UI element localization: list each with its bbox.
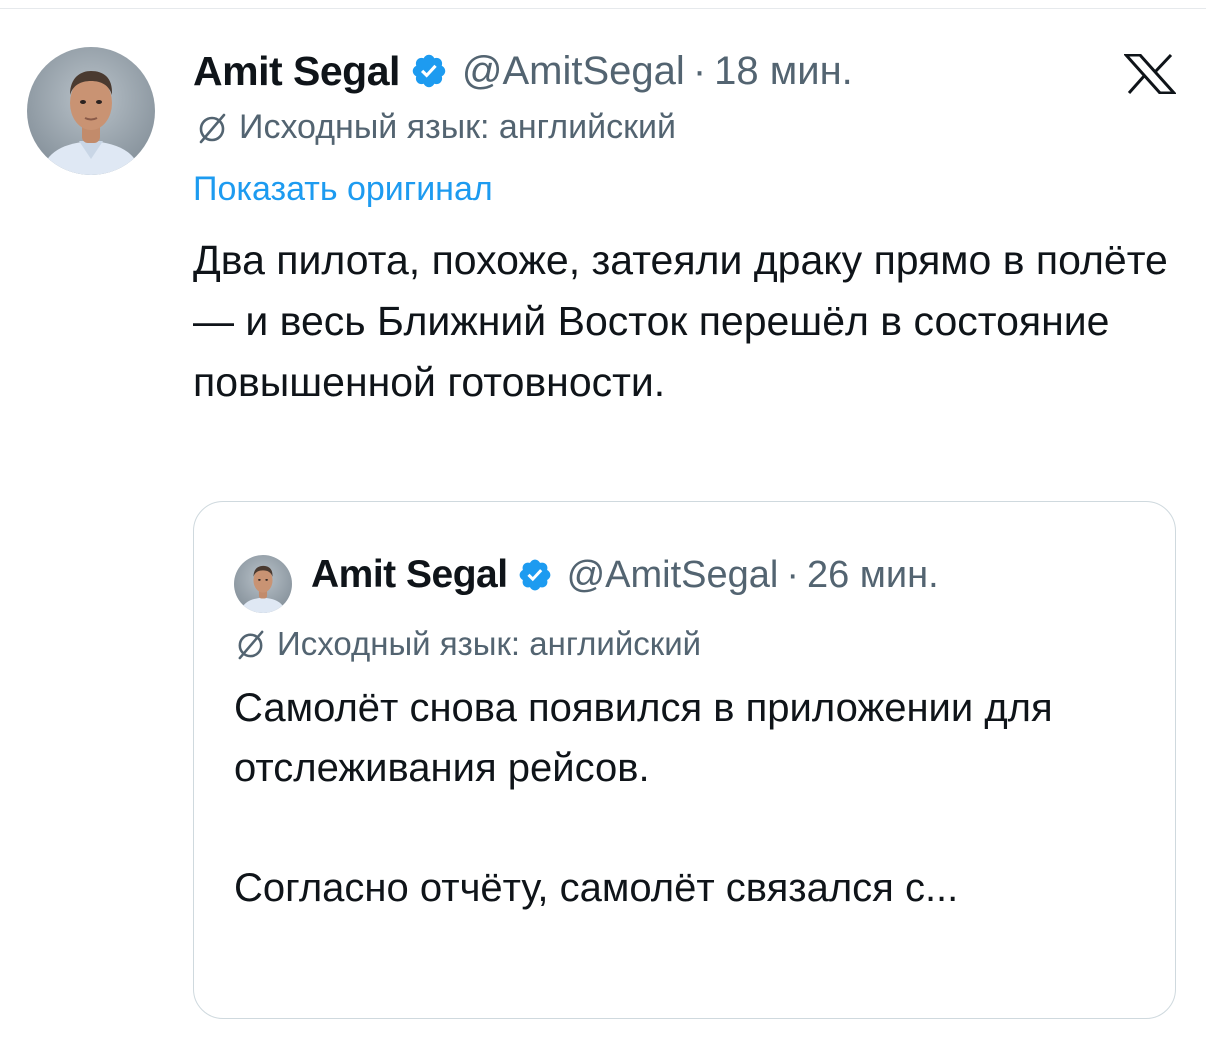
separator-dot: ·	[692, 48, 707, 93]
quoted-translation-note: Исходный язык: английский	[234, 625, 701, 663]
quoted-author-avatar[interactable]	[234, 555, 292, 613]
quoted-author-handle[interactable]: @AmitSegal	[567, 554, 779, 597]
quoted-tweet-time[interactable]: 26 мин.	[807, 554, 939, 597]
translate-icon	[199, 113, 226, 143]
translation-note: Исходный язык: английский	[195, 108, 676, 147]
x-logo-icon	[1124, 54, 1176, 94]
translation-note-text: Исходный язык: английский	[239, 108, 676, 146]
tweet-header: Amit Segal @AmitSegal · 18 мин.	[193, 44, 853, 98]
quoted-paragraph: Согласно отчёту, самолёт связался с...	[234, 866, 959, 910]
author-handle[interactable]: @AmitSegal	[462, 49, 685, 94]
separator-dot: ·	[786, 553, 799, 596]
quoted-tweet-header: Amit Segal @AmitSegal · 26 мин.	[311, 550, 939, 600]
author-avatar[interactable]	[27, 47, 155, 175]
verified-badge-icon	[412, 54, 446, 88]
tweet-text: Два пилота, похоже, затеяли драку прямо …	[193, 237, 1168, 405]
avatar-photo	[234, 555, 292, 613]
translate-icon	[238, 630, 264, 659]
avatar-photo	[27, 47, 155, 175]
verified-badge-icon	[519, 559, 550, 591]
top-divider	[0, 8, 1206, 9]
show-original-link[interactable]: Показать оригинал	[193, 170, 493, 209]
quoted-tweet-text: Самолёт снова появился в приложении для …	[234, 678, 1134, 918]
quoted-paragraph: Самолёт снова появился в приложении для …	[234, 686, 1053, 790]
quoted-tweet-card[interactable]: Amit Segal @AmitSegal · 26 мин. Исходный…	[193, 501, 1176, 1019]
tweet-time[interactable]: 18 мин.	[714, 49, 853, 94]
author-name[interactable]: Amit Segal	[193, 48, 400, 95]
quoted-translation-note-text: Исходный язык: английский	[277, 625, 702, 662]
quoted-author-name[interactable]: Amit Segal	[311, 553, 508, 597]
